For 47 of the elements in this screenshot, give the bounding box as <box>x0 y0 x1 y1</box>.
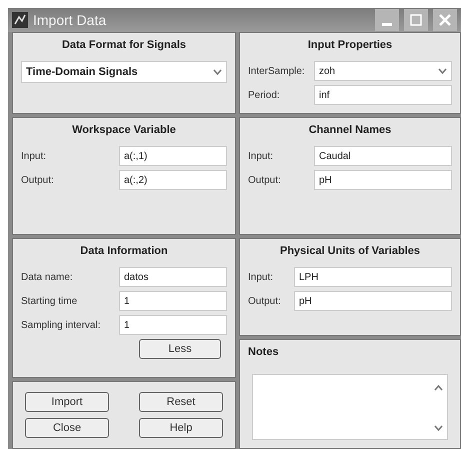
panel-title: Data Information <box>79 245 169 257</box>
dropdown-value: zoh <box>319 66 336 76</box>
input-field[interactable]: pH <box>294 291 452 311</box>
input-field[interactable]: 1 <box>119 315 227 335</box>
input-field[interactable]: Caudal <box>314 146 452 166</box>
close-icon <box>438 13 452 27</box>
input-field[interactable]: LPH <box>294 267 452 287</box>
field-label: Starting time <box>21 296 78 306</box>
dialog-button[interactable]: Help <box>139 418 223 438</box>
field-label: Period: <box>248 90 281 100</box>
input-field[interactable]: pH <box>314 170 452 190</box>
panel-title: Workspace Variable <box>71 124 177 136</box>
panel-title: Data Format for Signals <box>60 39 188 51</box>
caret-icon[interactable] <box>213 69 222 75</box>
notes-field[interactable] <box>252 374 448 440</box>
field-label: Input: <box>21 150 48 162</box>
panel-title: Notes <box>248 346 280 358</box>
app-icon <box>12 12 28 28</box>
input-field[interactable]: a(:,1) <box>119 146 227 166</box>
input-field[interactable]: a(:,2) <box>119 170 227 190</box>
field-label: Output: <box>248 296 282 306</box>
dialog-button[interactable]: Close <box>25 418 109 438</box>
dropdown[interactable]: zoh <box>314 61 452 81</box>
input-field[interactable]: 1 <box>119 291 227 311</box>
dropdown[interactable]: Time-Domain Signals <box>21 61 227 83</box>
window-title: Import Data <box>33 12 108 28</box>
panel-title: Input Properties <box>306 39 394 51</box>
maximize-icon <box>409 13 423 27</box>
field-label: Output: <box>21 174 55 186</box>
field-label: InterSample: <box>248 66 306 76</box>
field-label: Sampling interval: <box>21 320 102 330</box>
caret-icon[interactable] <box>438 68 447 74</box>
scroll-up-icon[interactable] <box>434 385 443 391</box>
panel-title: Physical Units of Variables <box>278 245 421 257</box>
less-button[interactable]: Less <box>139 339 221 359</box>
minimize-icon <box>382 23 392 26</box>
scroll-down-icon[interactable] <box>434 425 443 431</box>
input-field[interactable]: datos <box>119 267 227 287</box>
dropdown-value: Time-Domain Signals <box>26 66 138 78</box>
field-label: Output: <box>248 174 282 186</box>
field-label: Input: <box>248 150 274 162</box>
dialog-button[interactable]: Import <box>25 392 109 412</box>
field-label: Data name: <box>21 272 74 282</box>
dialog-button[interactable]: Reset <box>139 392 223 412</box>
field-label: Input: <box>248 272 274 282</box>
panel-title: Channel Names <box>308 124 392 136</box>
input-field[interactable]: inf <box>314 85 452 105</box>
